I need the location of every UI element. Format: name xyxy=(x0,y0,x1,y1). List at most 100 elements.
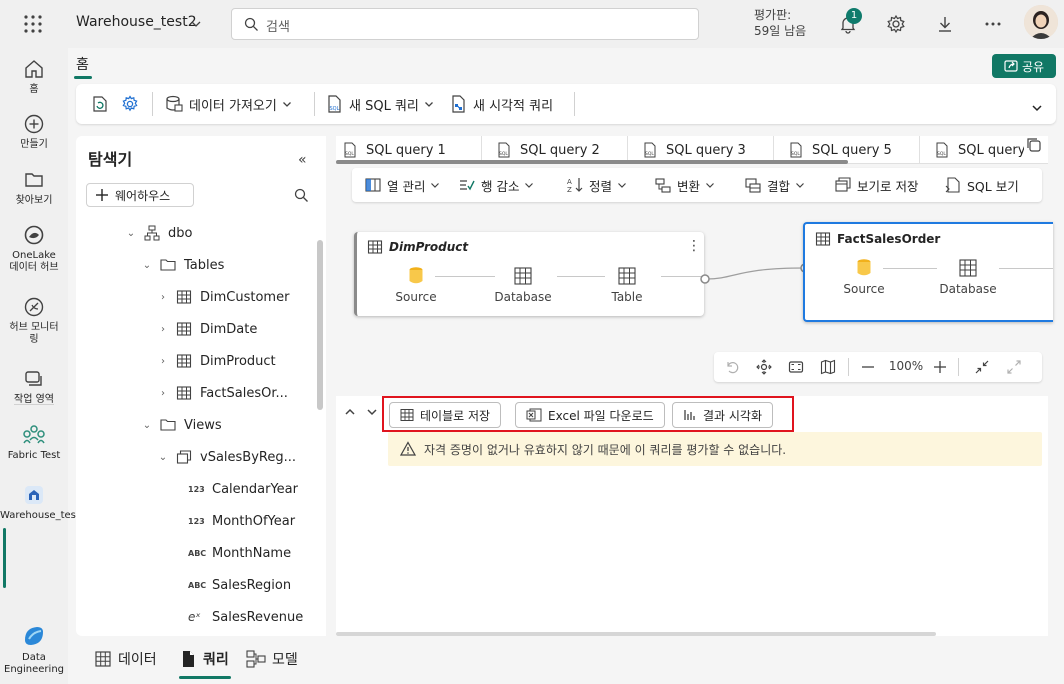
tree-item-dbo[interactable]: ⌄ dbo xyxy=(126,222,192,244)
new-visual-query-button[interactable]: 새 시각적 쿼리 xyxy=(448,92,553,116)
more-options-icon[interactable]: ⋮ xyxy=(687,238,701,254)
avatar[interactable] xyxy=(1024,5,1058,39)
tree-item-tables[interactable]: ⌄ Tables xyxy=(142,254,225,276)
tree-item-column[interactable]: 123 MonthOfYear xyxy=(188,510,295,532)
tree-item-table[interactable]: › FactSalesOr... xyxy=(158,382,288,404)
rail-browse-label: 찾아보기 xyxy=(15,195,53,206)
rail-create[interactable]: 만들기 xyxy=(0,113,68,151)
visualize-results-button[interactable]: 결과 시각화 xyxy=(672,402,774,428)
ribbon-expand-button[interactable] xyxy=(1031,96,1043,120)
tree-item-table[interactable]: › DimProduct xyxy=(158,350,276,372)
step-source[interactable]: Source xyxy=(829,258,899,296)
minimap-icon[interactable] xyxy=(820,359,836,375)
sql-view-button[interactable]: SQL 보기 xyxy=(944,175,1019,195)
app-launcher-icon[interactable] xyxy=(22,13,44,35)
tree-item-table[interactable]: › DimDate xyxy=(158,318,257,340)
explorer-scrollbar[interactable] xyxy=(317,240,323,410)
visual-query-icon xyxy=(452,95,465,113)
step-database[interactable]: Database xyxy=(933,258,1003,296)
tab-data[interactable]: 데이터 xyxy=(94,648,157,670)
transform-button[interactable]: 변환 xyxy=(654,175,715,195)
manage-columns-button[interactable]: 열 관리 xyxy=(364,175,440,195)
explorer-pane: 탐색기 « 웨어하우스 ⌄ dbo ⌄ Tables › DimCustomer… xyxy=(76,136,326,636)
zoom-in-icon[interactable] xyxy=(932,359,948,375)
workspace-name[interactable]: Warehouse_test2 xyxy=(76,14,197,30)
fit-view-icon[interactable] xyxy=(756,359,772,375)
collapse-pane-icon[interactable]: « xyxy=(298,152,307,168)
chevron-right-icon: › xyxy=(161,387,165,399)
sort-button[interactable]: AZ 정렬 xyxy=(566,175,627,195)
search-input[interactable]: 검색 xyxy=(231,8,699,40)
download-icon[interactable] xyxy=(935,14,955,34)
rail-fabric-test[interactable]: Fabric Test xyxy=(0,424,68,462)
source-icon xyxy=(409,267,423,284)
save-as-view-button[interactable]: 보기로 저장 xyxy=(834,175,918,195)
tree-item-table[interactable]: › DimCustomer xyxy=(158,286,289,308)
tree-item-column[interactable]: ABC SalesRegion xyxy=(188,574,291,596)
chevron-right-icon: › xyxy=(161,291,165,303)
table-icon xyxy=(618,267,636,285)
add-warehouse-button[interactable]: 웨어하우스 xyxy=(86,183,194,207)
diagram-canvas[interactable]: 열 관리 행 감소 AZ 정렬 변환 결합 보기로 저장 SQL 보기 DimP… xyxy=(336,164,1053,422)
save-as-table-button[interactable]: 테이블로 저장 xyxy=(389,402,502,428)
rail-monitor[interactable]: 허브 모니터링 xyxy=(0,296,68,346)
step-database[interactable]: Database xyxy=(488,266,558,304)
rail-warehouse[interactable]: Warehouse_test2 xyxy=(0,484,86,522)
tree-label: Tables xyxy=(184,257,225,273)
sql-view-icon xyxy=(945,177,960,193)
tree-item-column[interactable]: 123 CalendarYear xyxy=(188,478,298,500)
save-view-icon xyxy=(835,177,851,192)
more-options-icon[interactable] xyxy=(983,14,1003,34)
new-visual-query-label: 새 시각적 쿼리 xyxy=(473,98,554,114)
combine-button[interactable]: 결합 xyxy=(744,175,805,195)
new-sql-query-button[interactable]: SQL 새 SQL 쿼리 xyxy=(324,92,434,116)
query-node-factsalesorder[interactable]: FactSalesOrder Source Database xyxy=(803,222,1053,322)
query-node-dimproduct[interactable]: DimProduct ⋮ Source Database Table xyxy=(354,232,705,316)
tab-sql-query[interactable]: SQL SQL query xyxy=(920,136,1026,164)
rail-onelake[interactable]: OneLake 데이터 허브 xyxy=(0,224,68,274)
step-table[interactable]: Table xyxy=(592,266,662,304)
chevron-down-icon[interactable] xyxy=(190,18,202,30)
refresh-button[interactable] xyxy=(90,92,110,116)
collapse-icon[interactable] xyxy=(974,359,990,375)
step-label: Database xyxy=(494,290,552,304)
results-scrollbar[interactable] xyxy=(336,632,936,636)
chevron-up-icon[interactable] xyxy=(344,406,356,418)
fit-screen-icon[interactable] xyxy=(788,359,804,375)
step-source[interactable]: Source xyxy=(381,266,451,304)
trial-status[interactable]: 평가판: 59일 남음 xyxy=(754,7,806,39)
share-button[interactable]: 공유 xyxy=(992,54,1056,78)
search-icon[interactable] xyxy=(294,188,309,203)
new-sql-query-label: 새 SQL 쿼리 xyxy=(349,98,419,114)
tab-query[interactable]: 쿼리 xyxy=(179,648,229,670)
tree-label: MonthName xyxy=(212,545,292,561)
tree-label: MonthOfYear xyxy=(212,513,296,529)
table-icon xyxy=(176,322,192,336)
tree-item-views[interactable]: ⌄ Views xyxy=(142,414,222,436)
tab-model[interactable]: 모델 xyxy=(246,648,298,670)
tab-overflow-icon[interactable] xyxy=(1024,136,1048,156)
rail-data-engineering[interactable]: Data Engineering xyxy=(0,624,68,676)
tree-item-view[interactable]: ⌄ vSalesByReg... xyxy=(158,446,296,468)
folder-icon xyxy=(160,419,176,431)
sql-file-icon: SQL xyxy=(790,142,802,158)
get-data-button[interactable]: 데이터 가져오기 xyxy=(164,92,292,116)
tab-home[interactable]: 홈 xyxy=(76,54,89,74)
settings-button[interactable] xyxy=(120,92,140,116)
chevron-down-icon[interactable] xyxy=(366,406,378,418)
tree-item-column[interactable]: eˣ SalesRevenue xyxy=(188,606,303,628)
rail-workspaces[interactable]: 작업 영역 xyxy=(0,368,68,406)
gear-icon[interactable] xyxy=(886,14,906,34)
rail-home[interactable]: 홈 xyxy=(0,58,68,96)
rail-monitor-label: 허브 모니터링 xyxy=(9,322,59,345)
undo-icon[interactable] xyxy=(724,359,740,375)
tree-item-column[interactable]: ABC MonthName xyxy=(188,542,291,564)
reduce-rows-button[interactable]: 행 감소 xyxy=(458,175,534,195)
expand-icon[interactable] xyxy=(1006,359,1022,375)
table-icon xyxy=(176,354,192,368)
chevron-down-icon xyxy=(282,102,291,107)
left-rail: 홈 만들기 찾아보기 OneLake 데이터 허브 허브 모니터링 작업 영역 … xyxy=(0,48,86,684)
zoom-out-icon[interactable] xyxy=(860,359,876,375)
download-excel-button[interactable]: Excel 파일 다운로드 xyxy=(515,402,665,428)
rail-browse[interactable]: 찾아보기 xyxy=(0,169,68,207)
